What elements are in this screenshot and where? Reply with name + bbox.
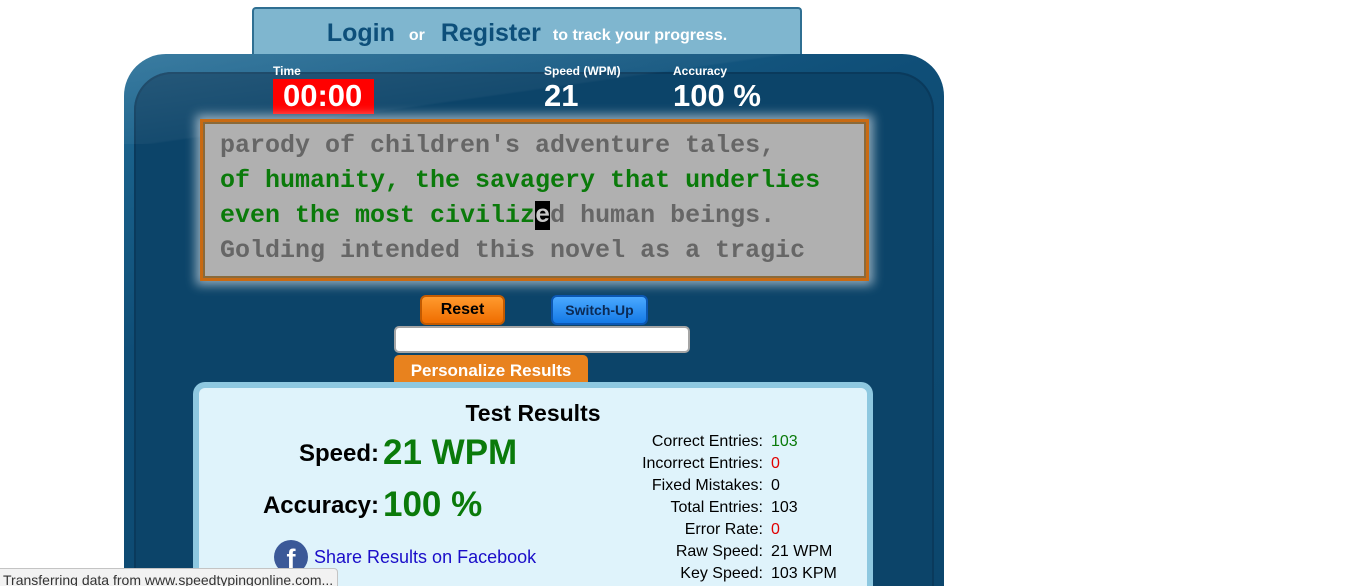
typing-cursor: e (535, 201, 551, 230)
browser-status-bar: Transferring data from www.speedtypingon… (0, 568, 339, 586)
register-link[interactable]: Register (441, 19, 541, 48)
test-results-panel: Test Results Speed: 21 WPM Accuracy: 100… (193, 382, 873, 586)
or-text: or (408, 27, 425, 44)
login-link[interactable]: Login (327, 19, 395, 48)
untyped-text: d human beings. (550, 201, 776, 230)
accuracy-value: 100 % (673, 78, 761, 113)
reset-button[interactable]: Reset (420, 295, 505, 325)
result-accuracy-label: Accuracy: (262, 492, 379, 519)
text-line-current: even the most civilized human beings. (220, 198, 866, 233)
result-detail-label: Incorrect Entries: (642, 455, 763, 472)
result-detail-label: Fixed Mistakes: (651, 477, 763, 494)
speed-label: Speed (WPM) (544, 64, 621, 78)
result-detail-value: 21 WPM (771, 543, 833, 560)
results-title: Test Results (465, 400, 601, 426)
result-speed-value: 21 WPM (383, 433, 518, 472)
result-detail-value: 103 (771, 433, 798, 450)
result-detail-value: 0 (771, 455, 780, 472)
result-detail-value: 0 (771, 521, 780, 538)
result-detail-label: Key Speed: (680, 565, 763, 582)
time-label: Time (273, 64, 301, 78)
result-detail-value: 103 KPM (771, 565, 837, 582)
switch-up-button[interactable]: Switch-Up (551, 295, 648, 325)
result-speed-label: Speed: (298, 440, 379, 467)
typed-text: even the most civiliz (220, 201, 536, 230)
login-banner: Login or Register to track your progress… (252, 7, 802, 57)
text-line: of humanity, the savagery that underlies (220, 166, 821, 195)
result-detail-label: Total Entries: (670, 499, 763, 516)
result-detail-label: Correct Entries: (651, 433, 763, 450)
typing-text-box[interactable]: parody of children's adventure tales, of… (200, 119, 869, 281)
result-detail-label: Raw Speed: (675, 543, 763, 560)
result-accuracy-value: 100 % (383, 485, 483, 524)
banner-tail-text: to track your progress. (552, 27, 728, 44)
text-line: parody of children's adventure tales, (220, 131, 776, 160)
share-facebook-label: Share Results on Facebook (314, 546, 537, 567)
result-detail-label: Error Rate: (684, 521, 763, 538)
accuracy-label: Accuracy (673, 64, 728, 78)
result-detail-value: 103 (771, 499, 798, 516)
speed-value: 21 (544, 78, 579, 113)
time-value: 00:00 (273, 79, 374, 114)
result-detail-value: 0 (771, 477, 780, 494)
text-line: Golding intended this novel as a tragic (220, 236, 806, 265)
typing-input[interactable] (394, 326, 690, 353)
